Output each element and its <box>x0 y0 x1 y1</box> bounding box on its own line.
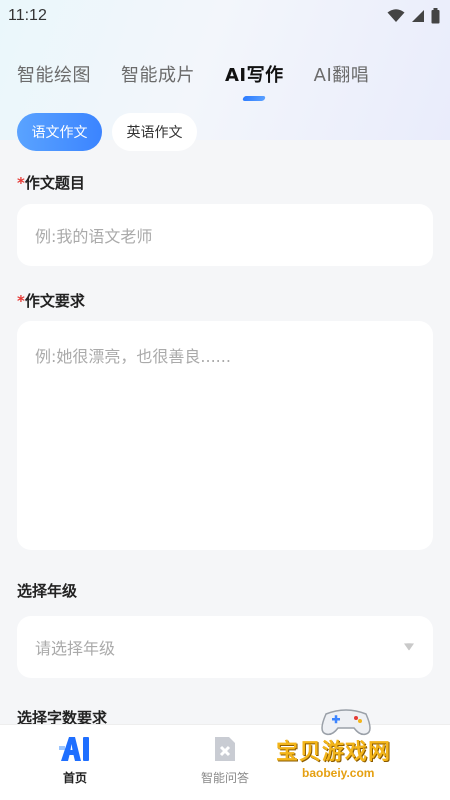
essay-requirement-label: *作文要求 <box>17 290 85 311</box>
top-tab-bar: 智能绘图 智能成片 AI写作 AI翻唱 <box>0 52 450 101</box>
chip-chinese-essay[interactable]: 语文作文 <box>17 113 102 151</box>
grade-select[interactable]: 请选择年级 <box>17 616 433 678</box>
textarea-placeholder: 例:她很漂亮，也很善良...... <box>35 347 231 366</box>
input-placeholder: 例:我的语文老师 <box>35 227 153 246</box>
grade-label: 选择年级 <box>17 582 78 600</box>
label-text: 作文题目 <box>24 174 85 192</box>
tab-smart-video[interactable]: 智能成片 <box>121 61 195 87</box>
tab-label: 智能绘图 <box>17 65 91 86</box>
label-text: 作文要求 <box>24 292 85 310</box>
status-bar: 11:12 <box>0 0 450 32</box>
chip-english-essay[interactable]: 英语作文 <box>112 113 197 151</box>
select-placeholder: 请选择年级 <box>35 639 116 658</box>
watermark: 宝贝游戏网 baobeiy.com <box>276 706 426 790</box>
tab-ai-writing[interactable]: AI写作 <box>225 61 284 101</box>
status-time: 11:12 <box>8 7 47 24</box>
chevron-down-icon <box>403 640 415 654</box>
tab-label: 智能成片 <box>121 65 195 86</box>
active-tab-indicator <box>242 96 267 101</box>
required-mark: * <box>17 174 25 192</box>
required-mark: * <box>17 292 25 310</box>
essay-title-input[interactable]: 例:我的语文老师 <box>17 204 433 266</box>
nav-home[interactable]: 首页 <box>0 735 150 786</box>
wifi-icon <box>387 9 405 22</box>
nav-label: 智能问答 <box>200 771 249 785</box>
watermark-url: baobeiy.com <box>302 766 375 780</box>
chip-label: 英语作文 <box>126 125 183 141</box>
tab-ai-cover-song[interactable]: AI翻唱 <box>314 61 370 87</box>
tab-label: AI翻唱 <box>313 65 370 86</box>
nav-label: 首页 <box>62 771 87 785</box>
status-icons <box>387 8 440 24</box>
tab-label: AI写作 <box>225 65 284 86</box>
gamepad-icon <box>321 709 371 736</box>
ai-icon <box>59 737 89 761</box>
chat-icon <box>215 737 235 761</box>
signal-icon <box>412 10 424 22</box>
essay-title-label: *作文题目 <box>17 172 85 193</box>
essay-requirement-textarea[interactable]: 例:她很漂亮，也很善良...... <box>17 321 433 550</box>
watermark-text: 宝贝游戏网 <box>276 740 392 765</box>
essay-type-tabs: 语文作文 英语作文 <box>17 113 197 151</box>
chip-label: 语文作文 <box>31 125 88 141</box>
tab-smart-drawing[interactable]: 智能绘图 <box>17 61 91 87</box>
battery-icon <box>431 8 440 24</box>
